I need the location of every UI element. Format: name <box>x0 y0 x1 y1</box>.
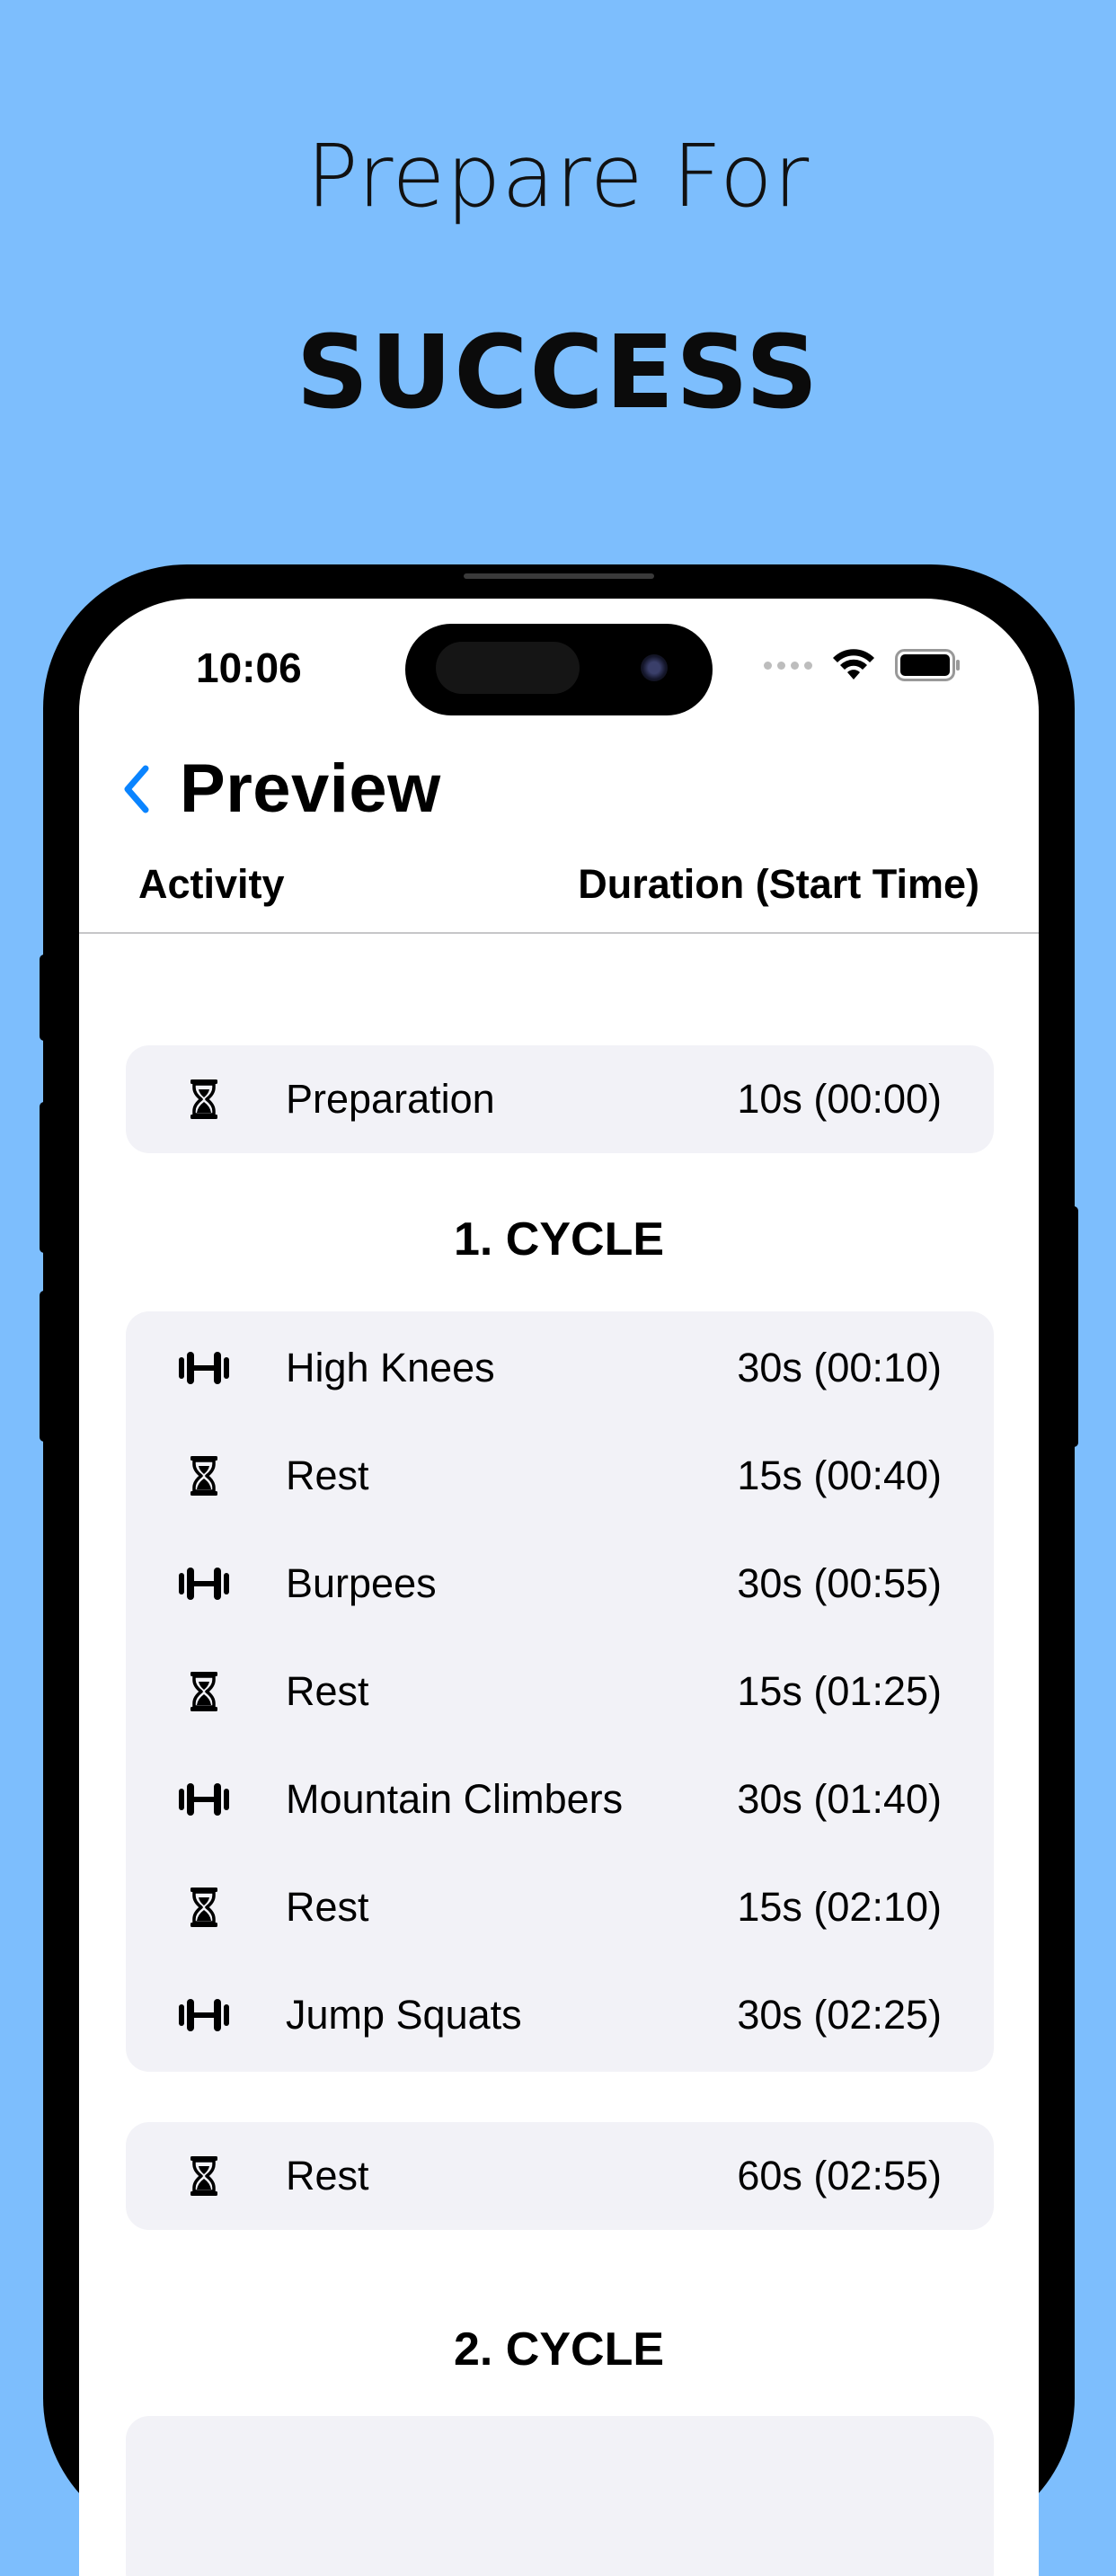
activity-duration: 15s (00:40) <box>737 1452 942 1498</box>
activity-duration: 30s (01:40) <box>737 1776 942 1822</box>
front-camera <box>641 654 668 681</box>
dumbbell-icon <box>173 1768 235 1831</box>
phone-frame: 10:06 Preview Activity Duration (Start T… <box>43 564 1075 2576</box>
activity-name: Rest <box>286 1884 369 1930</box>
volume-up-button <box>40 1102 49 1253</box>
activity-name: Jump Squats <box>286 1992 522 2038</box>
headline-prepare-for: Prepare For <box>306 126 810 227</box>
list-item[interactable]: Burpees 30s (00:55) <box>126 1530 994 1638</box>
navigation-bar: Preview <box>113 750 441 828</box>
headline-success: SUCCESS <box>296 315 820 431</box>
activity-duration: 60s (02:55) <box>737 2153 942 2198</box>
column-headers: Activity Duration (Start Time) <box>138 861 979 908</box>
list-item[interactable]: Preparation 10s (00:00) <box>126 1045 994 1153</box>
status-time: 10:06 <box>196 644 302 691</box>
rest-between-card: Rest 60s (02:55) <box>126 2122 994 2230</box>
activity-name: Rest <box>286 1452 369 1498</box>
dumbbell-icon <box>173 1552 235 1615</box>
cycle-1-card: High Knees 30s (00:10) Rest 15s (00:40) … <box>126 1311 994 2072</box>
battery-icon <box>895 649 960 681</box>
hourglass-icon <box>173 2145 235 2207</box>
list-item[interactable]: Jump Squats 30s (02:25) <box>126 1961 994 2069</box>
dynamic-island <box>405 624 713 715</box>
section-title-cycle-1: 1. CYCLE <box>453 1213 665 1266</box>
chevron-left-icon <box>124 765 149 813</box>
cellular-signal-icon <box>764 661 812 670</box>
island-sensor <box>436 642 580 694</box>
preparation-card: Preparation 10s (00:00) <box>126 1045 994 1153</box>
dumbbell-icon <box>173 1337 235 1399</box>
wifi-icon <box>833 649 874 680</box>
hourglass-icon <box>173 1068 235 1131</box>
activity-duration: 15s (02:10) <box>737 1884 942 1930</box>
action-button <box>40 955 49 1041</box>
list-item[interactable]: High Knees 30s (00:10) <box>126 1314 994 1422</box>
cycle-2-card <box>126 2416 994 2576</box>
list-item[interactable]: Rest 60s (02:55) <box>126 2122 994 2230</box>
activity-duration: 30s (02:25) <box>737 1992 942 2038</box>
side-power-button <box>1069 1206 1078 1447</box>
header-divider <box>79 932 1039 934</box>
hourglass-icon <box>173 1444 235 1507</box>
activity-name: Rest <box>286 1668 369 1714</box>
status-indicators <box>764 649 961 681</box>
back-button[interactable] <box>113 758 158 821</box>
volume-down-button <box>40 1291 49 1442</box>
activity-name: Rest <box>286 2153 369 2198</box>
dumbbell-icon <box>173 1984 235 2047</box>
speaker-grille <box>464 573 654 579</box>
phone-screen: 10:06 Preview Activity Duration (Start T… <box>79 599 1039 2576</box>
list-item[interactable]: Rest 15s (01:25) <box>126 1638 994 1745</box>
page-title: Preview <box>180 751 441 827</box>
column-activity: Activity <box>138 861 285 907</box>
column-duration: Duration (Start Time) <box>578 861 979 907</box>
list-item[interactable]: Rest 15s (02:10) <box>126 1853 994 1961</box>
hourglass-icon <box>173 1876 235 1939</box>
list-item[interactable]: Mountain Climbers 30s (01:40) <box>126 1745 994 1853</box>
section-title-cycle-2: 2. CYCLE <box>453 2323 665 2376</box>
hourglass-icon <box>173 1660 235 1723</box>
activity-name: High Knees <box>286 1345 495 1390</box>
activity-name: Preparation <box>286 1076 495 1122</box>
activity-name: Burpees <box>286 1560 437 1606</box>
activity-duration: 30s (00:55) <box>737 1560 942 1606</box>
activity-duration: 10s (00:00) <box>737 1076 942 1122</box>
activity-name: Mountain Climbers <box>286 1776 624 1822</box>
activity-duration: 15s (01:25) <box>737 1668 942 1714</box>
activity-duration: 30s (00:10) <box>737 1345 942 1390</box>
list-item[interactable]: Rest 15s (00:40) <box>126 1422 994 1530</box>
